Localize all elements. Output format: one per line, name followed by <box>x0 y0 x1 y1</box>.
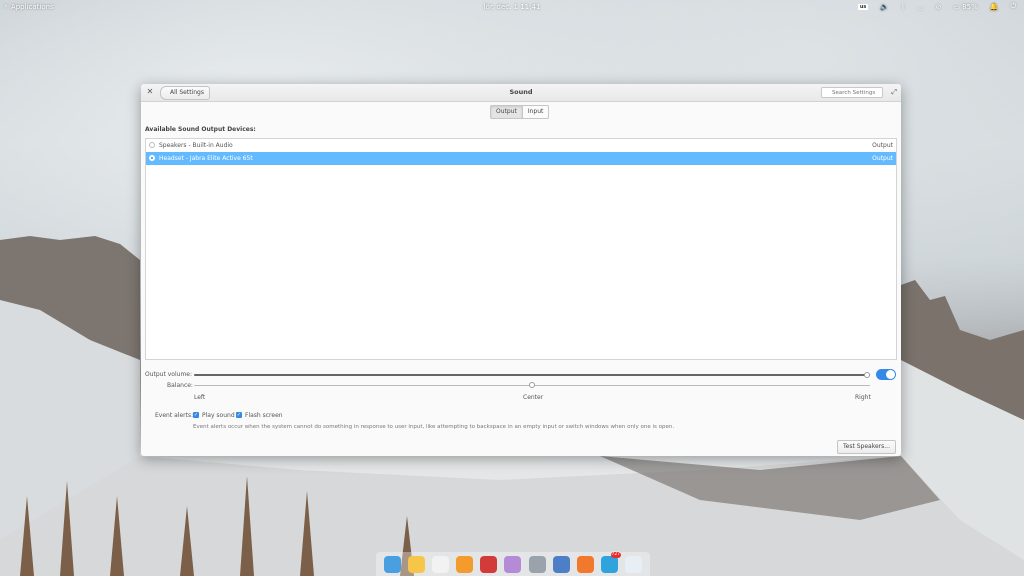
app-center-icon[interactable] <box>528 555 546 573</box>
music-icon[interactable] <box>456 555 474 573</box>
sound-settings-window: ✕ All Settings Sound ⤢ Output Input Avai… <box>141 84 901 456</box>
close-icon[interactable]: ✕ <box>145 87 155 97</box>
device-name: Speakers - Built-in Audio <box>159 142 233 149</box>
firefox-icon[interactable] <box>576 555 594 573</box>
balance-slider[interactable] <box>194 382 870 388</box>
battery-label: 85% <box>962 2 978 11</box>
dock: 727 <box>376 551 650 576</box>
device-radio[interactable] <box>149 142 155 148</box>
clock[interactable]: lör. dec. 1 11:41 <box>484 3 541 11</box>
bluetooth-icon[interactable]: ᛒ <box>901 3 905 11</box>
tree <box>60 481 74 576</box>
volume-fill <box>194 374 870 376</box>
volume-icon[interactable]: 🔈 <box>880 3 889 11</box>
bell-icon[interactable]: 🔔 <box>990 3 999 11</box>
network-icon[interactable]: ◡ <box>917 3 923 11</box>
maximize-icon[interactable]: ⤢ <box>891 88 897 97</box>
devices-heading: Available Sound Output Devices: <box>145 126 256 133</box>
battery-icon: ▭ <box>953 2 963 11</box>
unread-badge: 727 <box>610 551 622 558</box>
output-input-switcher: Output Input <box>490 105 550 119</box>
tree <box>20 496 34 576</box>
keyboard-layout-indicator[interactable]: us <box>857 3 869 10</box>
test-speakers-button[interactable]: Test Speakers... <box>837 440 896 454</box>
device-row-headset[interactable]: Headset - Jabra Elite Active 65t Output <box>146 152 896 165</box>
device-type: Output <box>872 142 893 149</box>
device-type: Output <box>872 155 893 162</box>
telegram-icon[interactable]: 727 <box>601 551 622 573</box>
photos-icon[interactable] <box>504 555 522 573</box>
titlebar: ✕ All Settings Sound ⤢ <box>141 84 901 102</box>
power-icon[interactable]: ⏻ <box>1010 2 1016 11</box>
event-alerts-description: Event alerts occur when the system canno… <box>193 424 675 430</box>
device-list: Speakers - Built-in Audio Output Headset… <box>145 138 897 360</box>
mail-icon[interactable] <box>407 555 425 573</box>
search-input[interactable] <box>821 87 883 98</box>
applications-menu[interactable]: ⌕ Applications <box>0 2 54 11</box>
notifications-off-icon[interactable]: ⊘ <box>935 3 941 11</box>
balance-center-label: Center <box>523 394 544 401</box>
tree <box>240 476 254 576</box>
flash-screen-label[interactable]: Flash screen <box>245 412 283 419</box>
device-radio[interactable] <box>149 155 155 161</box>
device-name: Headset - Jabra Elite Active 65t <box>159 155 253 162</box>
browser-icon[interactable] <box>383 555 401 573</box>
event-alerts-label: Event alerts: <box>155 412 194 419</box>
tree <box>110 496 124 576</box>
play-sound-label[interactable]: Play sound <box>202 412 235 419</box>
balance-left-label: Left <box>194 394 206 401</box>
output-volume-toggle[interactable] <box>876 369 896 380</box>
search-icon: ⌕ <box>4 2 8 10</box>
videos-icon[interactable] <box>480 555 498 573</box>
flash-screen-checkbox[interactable]: ✓ <box>236 412 242 418</box>
tab-input[interactable]: Input <box>522 105 550 119</box>
switchboard-icon[interactable] <box>552 555 570 573</box>
tab-output[interactable]: Output <box>490 105 523 119</box>
applications-label: Applications <box>10 2 54 11</box>
volume-slider-handle[interactable] <box>864 372 870 378</box>
device-row-speakers[interactable]: Speakers - Built-in Audio Output <box>146 139 896 152</box>
balance-right-label: Right <box>855 394 871 401</box>
balance-label: Balance: <box>167 382 193 389</box>
toggle-settings-icon[interactable] <box>625 555 643 573</box>
output-volume-label: Output volume: <box>145 371 192 378</box>
tree <box>180 506 194 576</box>
battery-indicator[interactable]: ▭ 85% <box>953 3 977 11</box>
play-sound-checkbox[interactable]: ✓ <box>193 412 199 418</box>
top-panel: ⌕ Applications lör. dec. 1 11:41 us 🔈 ᛒ … <box>0 0 1024 13</box>
tree <box>300 491 314 576</box>
all-settings-button[interactable]: All Settings <box>160 86 210 100</box>
window-title: Sound <box>509 88 533 96</box>
balance-slider-handle[interactable] <box>529 382 535 388</box>
calendar-icon[interactable] <box>431 555 449 573</box>
output-volume-slider[interactable] <box>194 372 870 378</box>
